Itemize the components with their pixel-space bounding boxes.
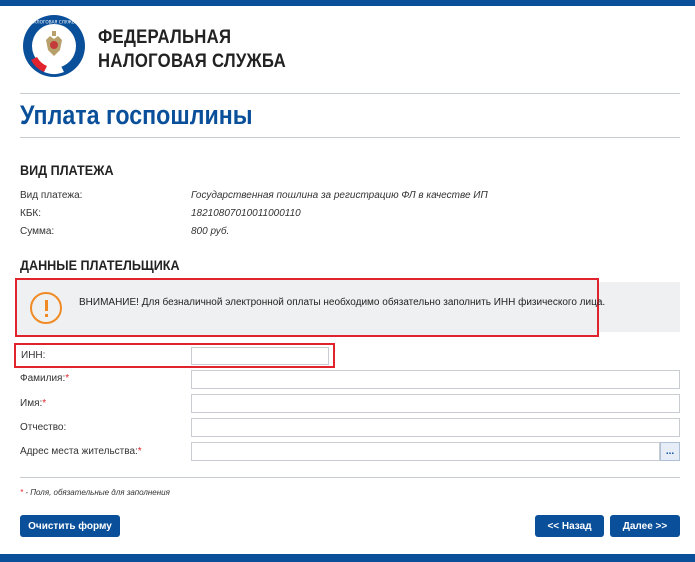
required-mark: * (137, 446, 142, 457)
surname-label: Фамилия:* (20, 373, 70, 384)
payer-section-title: ДАННЫЕ ПЛАТЕЛЬЩИКА (20, 257, 180, 273)
required-mark: * (65, 373, 70, 384)
payment-type-label: Вид платежа: (20, 190, 83, 201)
patronymic-input[interactable] (191, 418, 680, 437)
warning-panel-extension (599, 282, 680, 332)
org-name-line1: ФЕДЕРАЛЬНАЯ (98, 27, 232, 48)
next-button[interactable]: Далее >> (610, 515, 680, 537)
payment-type-value: Государственная пошлина за регистрацию Ф… (191, 190, 488, 201)
inn-label: ИНН: (21, 350, 46, 361)
address-label: Адрес места жительства:* (20, 446, 142, 457)
kbk-label: КБК: (20, 208, 41, 219)
clear-form-button[interactable]: Очистить форму (20, 515, 120, 537)
back-button[interactable]: << Назад (535, 515, 604, 537)
header-divider (20, 93, 680, 94)
org-name-line2: НАЛОГОВАЯ СЛУЖБА (98, 51, 286, 72)
kbk-value: 18210807010011000110 (191, 208, 301, 219)
bottom-brand-bar (0, 554, 695, 562)
amount-value: 800 руб. (191, 226, 230, 237)
exclamation-circle-icon (30, 292, 62, 324)
top-brand-bar (0, 0, 695, 6)
patronymic-label: Отчество: (20, 422, 67, 433)
address-input[interactable] (191, 442, 660, 461)
page-title: Уплата госпошлины (20, 100, 253, 130)
inn-field-highlight: ИНН: (14, 343, 335, 368)
inn-input[interactable] (191, 347, 329, 365)
name-input[interactable] (191, 394, 680, 413)
title-divider (20, 137, 680, 138)
required-mark: * (42, 398, 47, 409)
warning-text: ВНИМАНИЕ! Для безналичной электронной оп… (79, 297, 606, 308)
surname-input[interactable] (191, 370, 680, 389)
inn-warning-banner: ВНИМАНИЕ! Для безналичной электронной оп… (15, 278, 605, 337)
org-name: ФЕДЕРАЛЬНАЯ НАЛОГОВАЯ СЛУЖБА (98, 26, 286, 74)
fns-emblem-icon: НАЛОГОВАЯ СЛУЖБА (23, 15, 85, 77)
form-divider (20, 477, 680, 478)
amount-label: Сумма: (20, 226, 55, 237)
required-fields-note: * - Поля, обязательные для заполнения (20, 488, 170, 497)
name-label: Имя:* (20, 398, 47, 409)
payment-section-title: ВИД ПЛАТЕЖА (20, 162, 114, 178)
address-picker-button[interactable]: ... (660, 442, 680, 461)
svg-text:НАЛОГОВАЯ СЛУЖБА: НАЛОГОВАЯ СЛУЖБА (30, 20, 77, 25)
